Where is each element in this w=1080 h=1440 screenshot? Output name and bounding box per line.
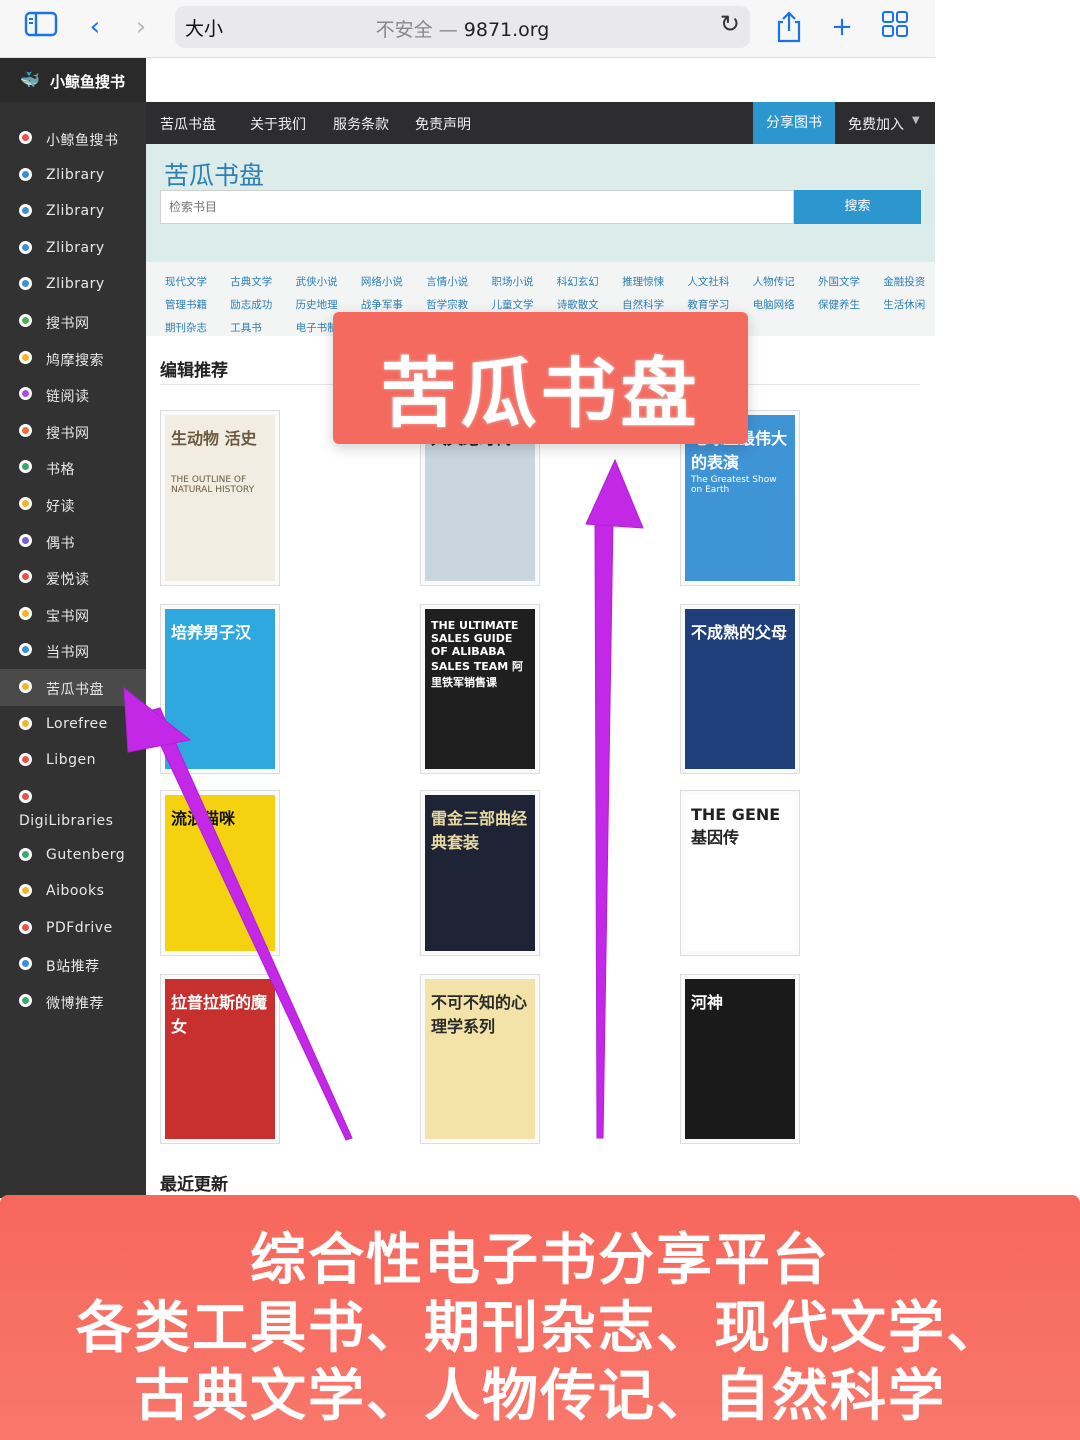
bottom-line-3: 古典文学、人物传记、自然科学 xyxy=(134,1364,946,1429)
bottom-banner: 综合性电子书分享平台 各类工具书、期刊杂志、现代文学、 古典文学、人物传记、自然… xyxy=(0,1195,1080,1440)
arrow-shaft-left xyxy=(144,707,353,1141)
arrow-shaft-right xyxy=(594,519,614,1139)
arrow-head-left xyxy=(123,686,192,753)
arrow-head-right xyxy=(585,458,644,529)
